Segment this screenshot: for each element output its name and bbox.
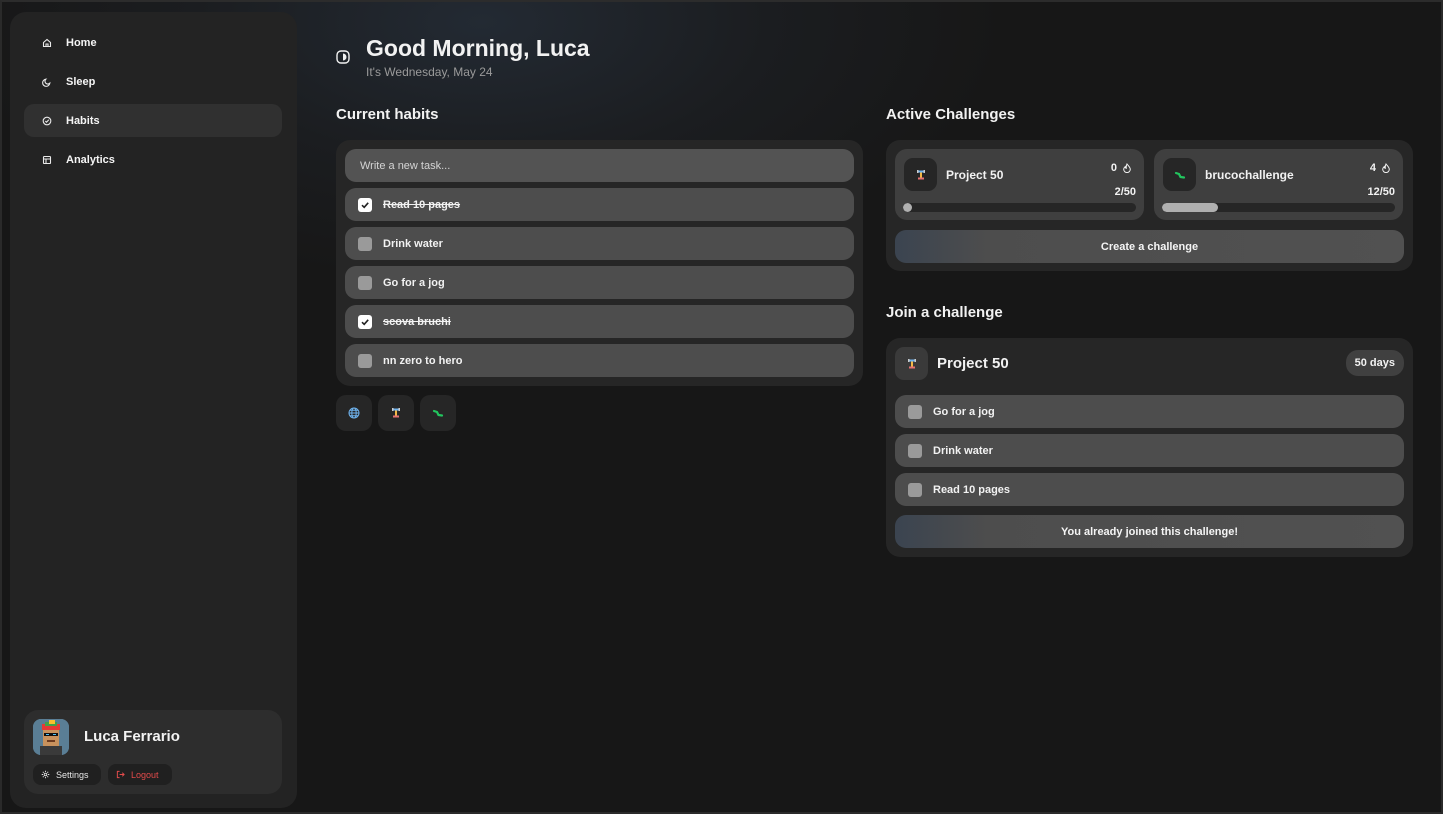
- sidebar-item-habits[interactable]: Habits: [24, 104, 282, 137]
- sidebar-item-home[interactable]: Home: [24, 26, 282, 59]
- challenge-name: brucochallenge: [1205, 168, 1294, 182]
- streak-count: 4: [1369, 162, 1376, 174]
- challenge-streak: 4: [1370, 162, 1391, 174]
- avatar[interactable]: [33, 719, 69, 755]
- join-task-row[interactable]: Read 10 pages: [895, 473, 1404, 506]
- challenge-card[interactable]: Project 50 0 2/50: [895, 149, 1144, 220]
- page-title: Good Morning, Luca: [366, 35, 590, 61]
- task-label: Go for a jog: [933, 405, 995, 418]
- challenges-section-title: Active Challenges: [886, 106, 1016, 123]
- filter-all-button[interactable]: [336, 395, 372, 431]
- challenges-panel: Project 50 0 2/50 brucochallenge 4 12/50: [886, 140, 1413, 271]
- page-subtitle: It's Wednesday, May 24: [366, 65, 493, 79]
- challenge-icon: [904, 158, 937, 191]
- join-section-title: Join a challenge: [886, 304, 1003, 321]
- dumbbell-icon: [392, 408, 400, 418]
- join-task-row[interactable]: Go for a jog: [895, 395, 1404, 428]
- habit-checkbox[interactable]: [358, 314, 372, 329]
- challenge-progress-fill: [1162, 203, 1218, 212]
- filter-brucochallenge-button[interactable]: [420, 395, 456, 431]
- create-challenge-button[interactable]: Create a challenge: [895, 230, 1404, 263]
- sidebar-nav: Home Sleep Habits Analytics: [24, 26, 282, 182]
- home-icon: [42, 38, 52, 48]
- dumbbell-icon: [907, 358, 916, 368]
- checkmark-icon: [361, 318, 369, 325]
- theme-toggle-icon[interactable]: [336, 50, 350, 64]
- globe-icon: [348, 407, 360, 419]
- join-task-row[interactable]: Drink water: [895, 434, 1404, 467]
- checkmark-icon: [361, 201, 369, 208]
- challenge-progress-bar: [1162, 203, 1395, 212]
- task-checkbox[interactable]: [908, 482, 922, 497]
- sidebar-item-sleep[interactable]: Sleep: [24, 65, 282, 98]
- habits-panel: Read 10 pages Drink water Go for a jog s…: [336, 140, 863, 386]
- task-checkbox[interactable]: [908, 443, 922, 458]
- habit-row[interactable]: Go for a jog: [345, 266, 854, 299]
- gear-icon: [41, 770, 50, 779]
- logout-label: Logout: [131, 769, 159, 780]
- settings-button[interactable]: Settings: [33, 764, 101, 785]
- sidebar-item-label: Habits: [66, 114, 100, 127]
- new-task-input[interactable]: [345, 149, 854, 182]
- flame-icon: [1382, 163, 1390, 173]
- habit-checkbox[interactable]: [358, 275, 372, 290]
- streak-count: 0: [1110, 162, 1117, 174]
- flame-icon: [1123, 163, 1131, 173]
- caterpillar-icon: [432, 409, 444, 417]
- duration-badge: 50 days: [1345, 350, 1404, 376]
- sidebar-item-label: Sleep: [66, 75, 96, 88]
- challenge-streak: 0: [1111, 162, 1132, 174]
- habit-checkbox[interactable]: [358, 236, 372, 251]
- habit-checkbox[interactable]: [358, 353, 372, 368]
- habit-row[interactable]: scova bruchi: [345, 305, 854, 338]
- challenge-icon: [1163, 158, 1196, 191]
- check-circle-icon: [42, 116, 52, 126]
- habit-label: scova bruchi: [383, 315, 451, 328]
- challenge-icon: [895, 347, 928, 380]
- challenge-progress-fill: [903, 203, 913, 212]
- sidebar-item-label: Analytics: [66, 153, 115, 166]
- caterpillar-icon: [1174, 171, 1185, 179]
- habit-label: Drink water: [383, 237, 443, 250]
- habit-label: nn zero to hero: [383, 354, 463, 367]
- app-frame: Home Sleep Habits Analytics Luca Ferrari…: [0, 0, 1443, 814]
- challenge-progress-text: 12/50: [1367, 186, 1395, 198]
- habits-section-title: Current habits: [336, 106, 439, 123]
- dumbbell-icon: [916, 169, 925, 179]
- join-challenge-name: Project 50: [937, 355, 1009, 372]
- user-card: Luca Ferrario Settings Logout: [24, 710, 282, 794]
- moon-icon: [42, 77, 52, 87]
- habit-row[interactable]: Drink water: [345, 227, 854, 260]
- challenge-progress-text: 2/50: [1114, 186, 1136, 198]
- challenge-progress-bar: [903, 203, 1136, 212]
- join-panel: Project 50 50 days Go for a jog Drink wa…: [886, 338, 1413, 557]
- challenge-name: Project 50: [946, 168, 1004, 182]
- sidebar-item-label: Home: [66, 36, 97, 49]
- task-label: Read 10 pages: [933, 483, 1011, 496]
- sidebar-item-analytics[interactable]: Analytics: [24, 143, 282, 176]
- habit-row[interactable]: nn zero to hero: [345, 344, 854, 377]
- challenge-card[interactable]: brucochallenge 4 12/50: [1154, 149, 1403, 220]
- joined-status-button[interactable]: You already joined this challenge!: [895, 515, 1404, 548]
- habit-row[interactable]: Read 10 pages: [345, 188, 854, 221]
- logout-button[interactable]: Logout: [108, 764, 172, 785]
- layout-icon: [42, 155, 52, 165]
- avatar-image: [33, 719, 69, 755]
- task-label: Drink water: [933, 444, 993, 457]
- habit-label: Read 10 pages: [383, 198, 461, 211]
- habit-checkbox[interactable]: [358, 197, 372, 212]
- habit-label: Go for a jog: [383, 276, 445, 289]
- logout-icon: [116, 770, 125, 779]
- filter-project50-button[interactable]: [378, 395, 414, 431]
- sidebar: Home Sleep Habits Analytics Luca Ferrari…: [10, 12, 297, 808]
- settings-label: Settings: [56, 769, 89, 780]
- task-checkbox[interactable]: [908, 404, 922, 419]
- user-name: Luca Ferrario: [84, 728, 180, 745]
